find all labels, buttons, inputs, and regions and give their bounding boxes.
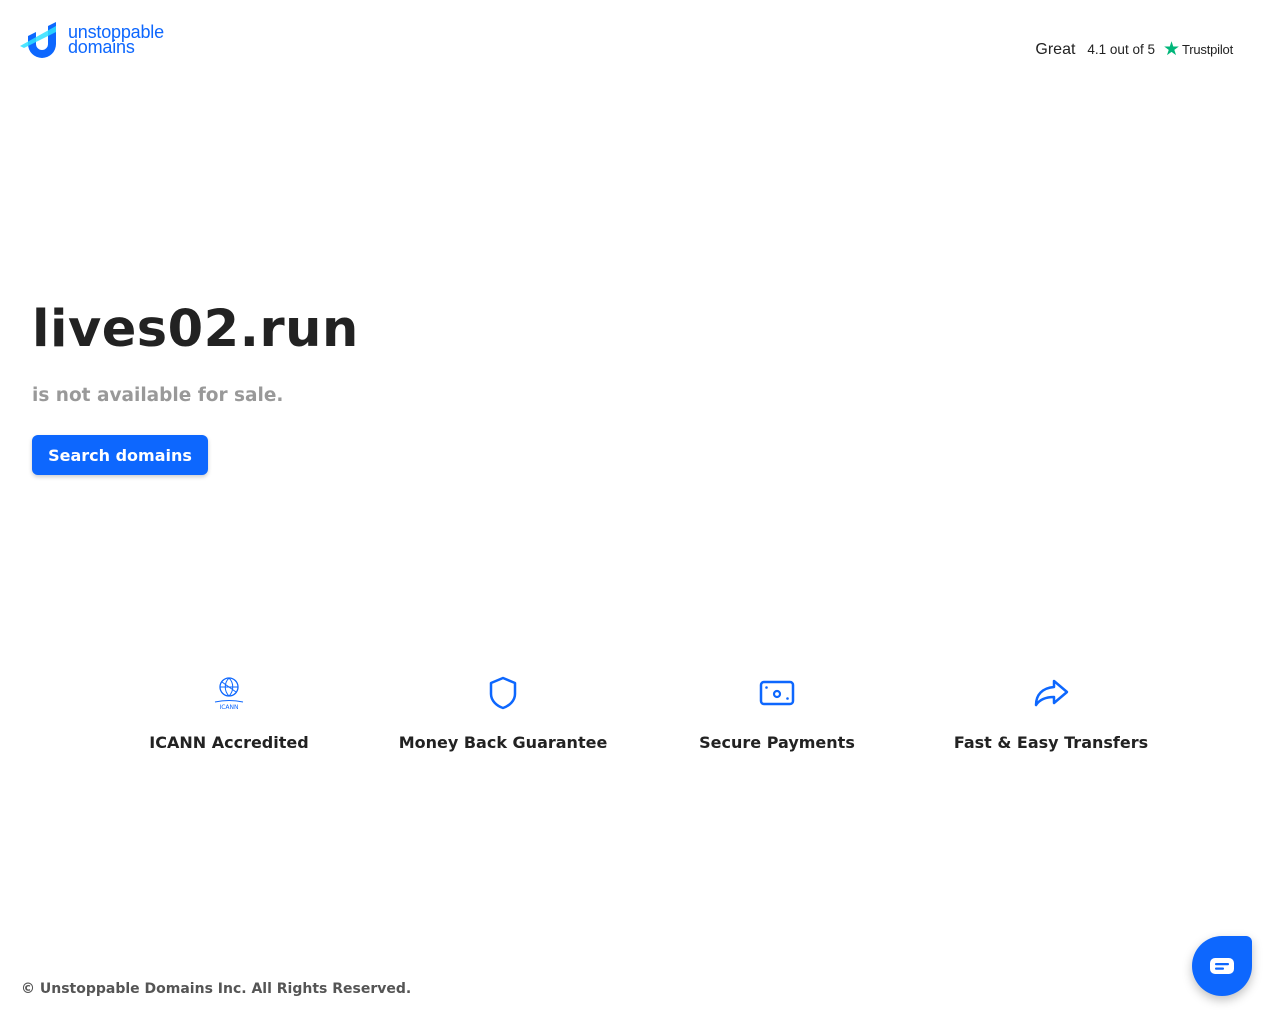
logo[interactable]: unstoppable domains: [20, 22, 164, 58]
feature-label: Secure Payments: [699, 733, 855, 752]
feature-transfers: Fast & Easy Transfers: [921, 675, 1181, 752]
logo-text-line2: domains: [68, 37, 135, 57]
rating-label: Great: [1035, 40, 1076, 58]
feature-label: ICANN Accredited: [149, 733, 309, 752]
feature-icann: ICANN ICANN Accredited: [99, 675, 359, 752]
unstoppable-logo-icon: [20, 22, 56, 58]
feature-money-back: Money Back Guarantee: [373, 675, 633, 752]
icann-icon: ICANN: [99, 675, 359, 711]
chat-button[interactable]: [1192, 936, 1252, 996]
search-domains-button[interactable]: Search domains: [32, 435, 208, 475]
svg-text:ICANN: ICANN: [219, 704, 238, 711]
payment-icon: [647, 675, 907, 711]
feature-secure-payments: Secure Payments: [647, 675, 907, 752]
feature-label: Money Back Guarantee: [398, 733, 608, 752]
trustpilot-brand: Trustpilot: [1182, 42, 1233, 57]
share-arrow-icon: [921, 675, 1181, 711]
shield-icon: [373, 675, 633, 711]
copyright: © Unstoppable Domains Inc. All Rights Re…: [21, 981, 412, 997]
feature-label: Fast & Easy Transfers: [953, 733, 1149, 752]
domain-title: lives02.run: [32, 300, 359, 359]
trustpilot-rating[interactable]: Great 4.1 out of 5 ★ Trustpilot: [1035, 38, 1233, 61]
chat-icon: [1210, 958, 1234, 974]
availability-status: is not available for sale.: [32, 385, 284, 406]
star-icon: ★: [1162, 39, 1181, 60]
rating-score: 4.1 out of 5: [1087, 42, 1155, 57]
